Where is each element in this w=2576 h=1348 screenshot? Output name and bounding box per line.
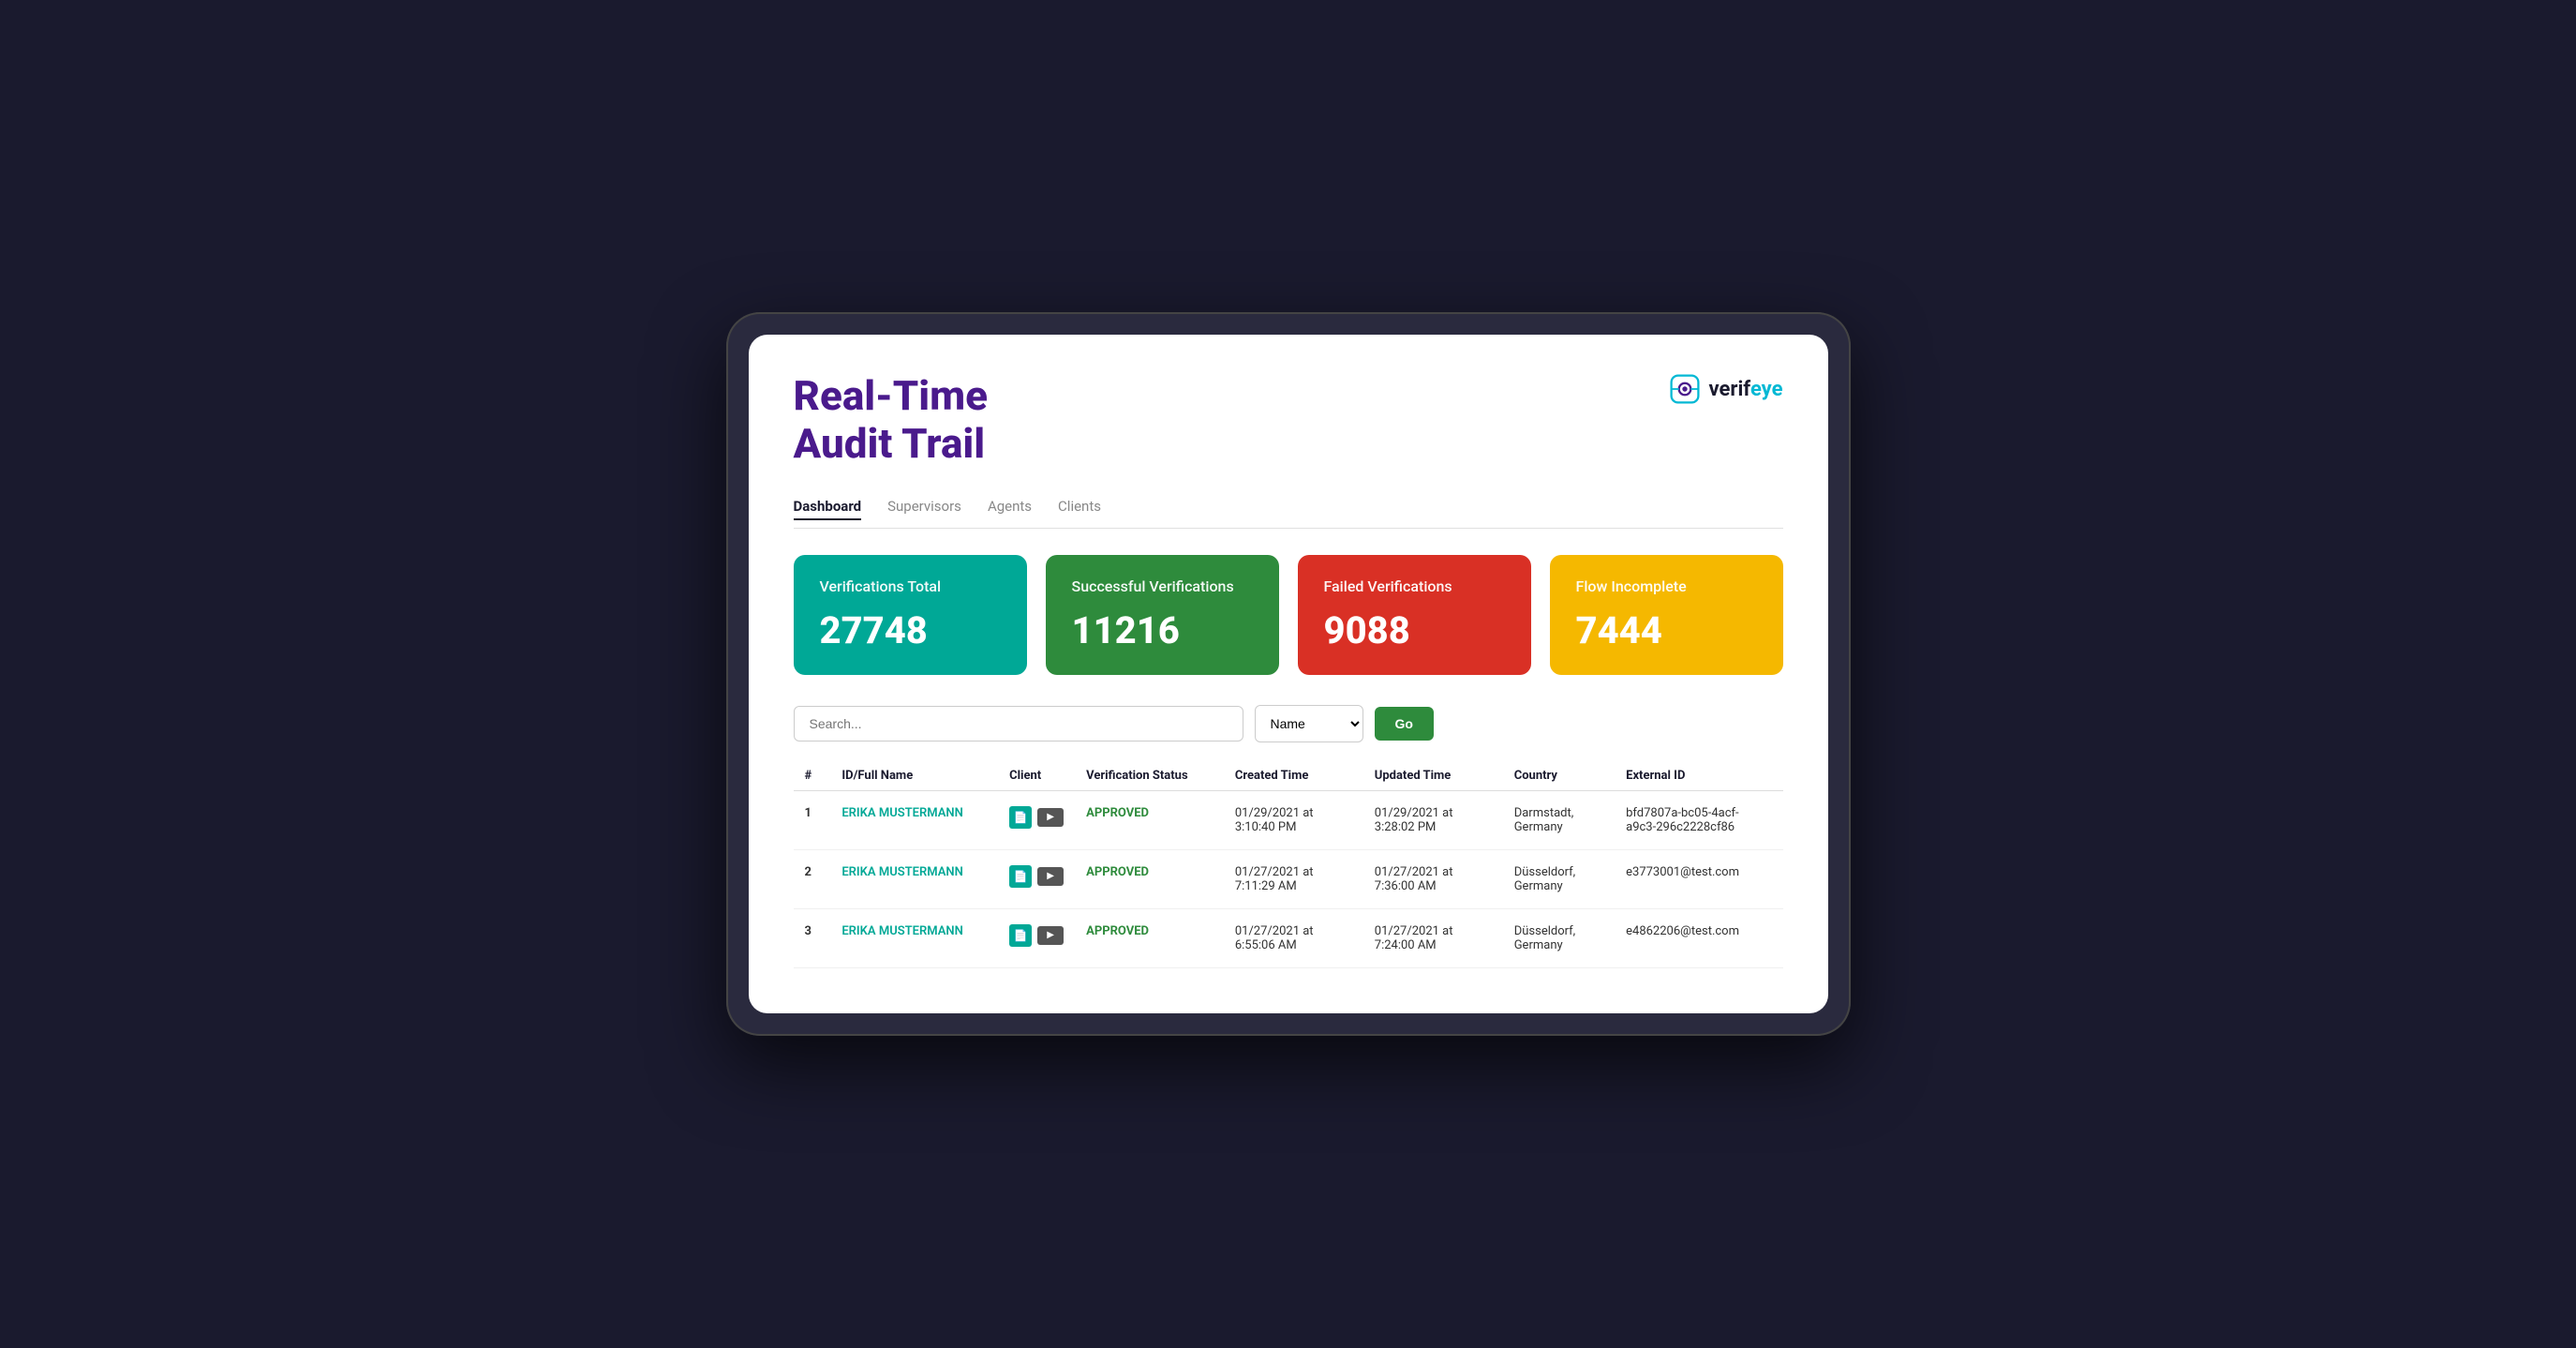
stat-total-label: Verifications Total	[820, 577, 1001, 595]
cell-name[interactable]: ERIKA MUSTERMANN	[830, 790, 998, 849]
col-header-num: #	[794, 761, 831, 791]
stat-incomplete-label: Flow Incomplete	[1576, 577, 1757, 595]
cell-status: APPROVED	[1075, 849, 1224, 908]
cell-client: 📄 ▶	[998, 908, 1075, 967]
cell-updated: 01/27/2021 at 7:36:00 AM	[1363, 849, 1503, 908]
stat-successful-value: 11216	[1072, 608, 1253, 652]
cell-created: 01/29/2021 at 3:10:40 PM	[1224, 790, 1363, 849]
search-row: Name ID Client Status Country Go	[794, 705, 1783, 742]
col-header-created: Created Time	[1224, 761, 1363, 791]
tab-clients[interactable]: Clients	[1058, 498, 1101, 520]
table-row: 3 ERIKA MUSTERMANN 📄 ▶ APPROVED 01/27/20…	[794, 908, 1783, 967]
col-header-country: Country	[1503, 761, 1615, 791]
cell-num: 1	[794, 790, 831, 849]
tablet-frame: Real-TimeAudit Trail verifeye Dashboard …	[726, 312, 1851, 1035]
stat-failed-label: Failed Verifications	[1324, 577, 1505, 595]
stat-card-successful: Successful Verifications 11216	[1046, 555, 1279, 675]
video-icon: ▶	[1037, 808, 1064, 827]
cell-client: 📄 ▶	[998, 790, 1075, 849]
col-header-client: Client	[998, 761, 1075, 791]
video-icon: ▶	[1037, 867, 1064, 886]
tablet-screen: Real-TimeAudit Trail verifeye Dashboard …	[749, 335, 1828, 1012]
filter-select[interactable]: Name ID Client Status Country	[1255, 705, 1363, 742]
cell-ext-id: e3773001@test.com	[1615, 849, 1782, 908]
cell-ext-id: e4862206@test.com	[1615, 908, 1782, 967]
page-title: Real-TimeAudit Trail	[794, 372, 989, 467]
cell-updated: 01/27/2021 at 7:24:00 AM	[1363, 908, 1503, 967]
table-row: 1 ERIKA MUSTERMANN 📄 ▶ APPROVED 01/29/20…	[794, 790, 1783, 849]
video-icon: ▶	[1037, 926, 1064, 945]
stat-card-failed: Failed Verifications 9088	[1298, 555, 1531, 675]
doc-icon: 📄	[1009, 865, 1032, 888]
tab-dashboard[interactable]: Dashboard	[794, 498, 862, 520]
cell-created: 01/27/2021 at 6:55:06 AM	[1224, 908, 1363, 967]
stat-incomplete-value: 7444	[1576, 608, 1757, 652]
cell-country: Darmstadt, Germany	[1503, 790, 1615, 849]
doc-icon: 📄	[1009, 924, 1032, 947]
cell-client: 📄 ▶	[998, 849, 1075, 908]
doc-icon: 📄	[1009, 806, 1032, 829]
cell-name[interactable]: ERIKA MUSTERMANN	[830, 849, 998, 908]
go-button[interactable]: Go	[1375, 707, 1434, 741]
stat-total-value: 27748	[820, 608, 1001, 652]
cell-country: Düsseldorf, Germany	[1503, 849, 1615, 908]
cell-created: 01/27/2021 at 7:11:29 AM	[1224, 849, 1363, 908]
cell-updated: 01/29/2021 at 3:28:02 PM	[1363, 790, 1503, 849]
stat-failed-value: 9088	[1324, 608, 1505, 652]
col-header-name: ID/Full Name	[830, 761, 998, 791]
stat-card-total: Verifications Total 27748	[794, 555, 1027, 675]
header: Real-TimeAudit Trail verifeye	[794, 372, 1783, 467]
cell-num: 3	[794, 908, 831, 967]
cell-name[interactable]: ERIKA MUSTERMANN	[830, 908, 998, 967]
stat-card-incomplete: Flow Incomplete 7444	[1550, 555, 1783, 675]
tab-supervisors[interactable]: Supervisors	[887, 498, 961, 520]
logo-container: verifeye	[1668, 372, 1783, 406]
tab-agents[interactable]: Agents	[988, 498, 1032, 520]
cell-status: APPROVED	[1075, 908, 1224, 967]
col-header-status: Verification Status	[1075, 761, 1224, 791]
search-input[interactable]	[794, 706, 1243, 741]
data-table: # ID/Full Name Client Verification Statu…	[794, 761, 1783, 968]
table-row: 2 ERIKA MUSTERMANN 📄 ▶ APPROVED 01/27/20…	[794, 849, 1783, 908]
cell-num: 2	[794, 849, 831, 908]
nav-tabs: Dashboard Supervisors Agents Clients	[794, 498, 1783, 529]
cell-ext-id: bfd7807a-bc05-4acf- a9c3-296c2228cf86	[1615, 790, 1782, 849]
stat-successful-label: Successful Verifications	[1072, 577, 1253, 595]
cell-status: APPROVED	[1075, 790, 1224, 849]
col-header-ext-id: External ID	[1615, 761, 1782, 791]
logo-icon	[1668, 372, 1702, 406]
stats-grid: Verifications Total 27748 Successful Ver…	[794, 555, 1783, 675]
col-header-updated: Updated Time	[1363, 761, 1503, 791]
logo-text: verifeye	[1709, 378, 1783, 401]
cell-country: Düsseldorf, Germany	[1503, 908, 1615, 967]
